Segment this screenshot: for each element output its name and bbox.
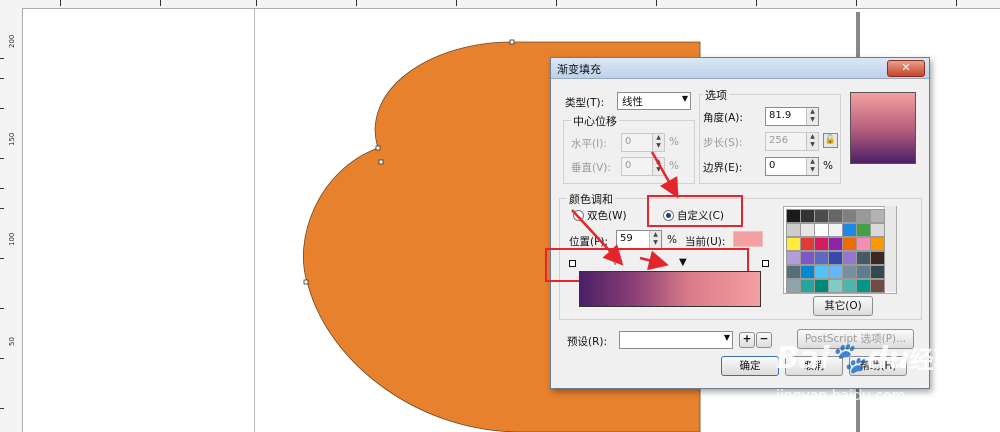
paw-icon: 🐾: [829, 341, 867, 376]
watermark-logo: Bai🐾du经验: [776, 340, 958, 376]
watermark-url: jingyan.baidu.com: [776, 388, 906, 404]
watermark-brand: Bai: [776, 341, 830, 376]
watermark-cn: 经验: [909, 346, 958, 374]
annotation-arrow: [571, 209, 624, 266]
annotation-arrow: [650, 151, 679, 199]
annotation-arrow: [639, 250, 669, 271]
watermark-paw: du: [866, 341, 910, 376]
